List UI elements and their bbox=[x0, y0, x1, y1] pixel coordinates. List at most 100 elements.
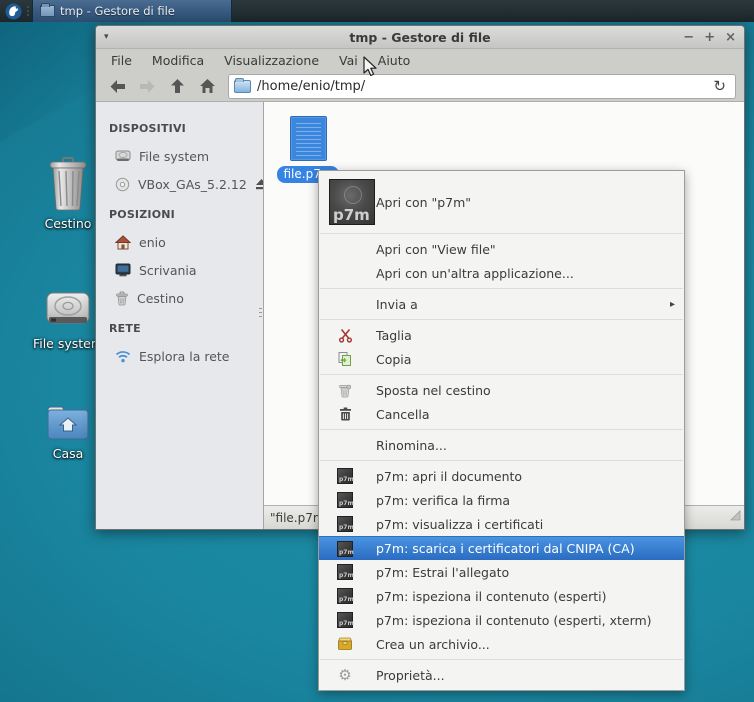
resize-grip-icon[interactable] bbox=[730, 506, 741, 525]
home-button[interactable] bbox=[194, 74, 220, 98]
xubuntu-logo-icon bbox=[5, 3, 22, 20]
p7m-thumbnail-icon: p7m bbox=[329, 179, 375, 225]
desktop-icon-label: Casa bbox=[53, 446, 84, 461]
close-button[interactable]: × bbox=[725, 31, 736, 44]
desktop-icon-label: Cestino bbox=[45, 216, 92, 231]
sidebar-header-dispositivi: DISPOSITIVI bbox=[109, 122, 263, 135]
menu-item-sposta-nel-cestino[interactable]: Sposta nel cestino bbox=[319, 378, 684, 402]
menu-separator bbox=[320, 319, 683, 320]
statusbar-text: "file.p7m bbox=[270, 511, 325, 525]
reload-button[interactable]: ↻ bbox=[709, 79, 730, 94]
cut-icon bbox=[337, 327, 353, 343]
forward-button[interactable] bbox=[134, 74, 160, 98]
folder-icon bbox=[234, 80, 251, 93]
menu-item-taglia[interactable]: Taglia bbox=[319, 323, 684, 347]
taskbar-window-label: tmp - Gestore di file bbox=[60, 4, 175, 18]
mouse-cursor bbox=[363, 56, 379, 82]
menu-item-proprieta[interactable]: ⚙ Proprietà... bbox=[319, 663, 684, 687]
sidebar-item-esplora-la-rete[interactable]: Esplora la rete bbox=[109, 342, 263, 370]
menu-vai[interactable]: Vai bbox=[330, 51, 367, 70]
hard-drive-icon bbox=[115, 149, 131, 163]
eject-icon bbox=[255, 178, 264, 190]
menu-separator bbox=[320, 429, 683, 430]
archive-icon bbox=[337, 636, 353, 652]
p7m-icon: p7m bbox=[337, 612, 353, 628]
sidebar-item-label: VBox_GAs_5.2.12 bbox=[138, 177, 247, 192]
menu-item-cancella[interactable]: Cancella bbox=[319, 402, 684, 426]
pane-resize-handle[interactable] bbox=[258, 308, 262, 328]
menu-item-copia[interactable]: Copia bbox=[319, 347, 684, 371]
sidebar-item-file-system[interactable]: File system bbox=[109, 142, 263, 170]
p7m-icon: p7m bbox=[337, 468, 353, 484]
trash-icon bbox=[337, 382, 353, 398]
eject-button[interactable] bbox=[255, 178, 264, 190]
sidebar-item-label: enio bbox=[139, 235, 166, 250]
panel-grip[interactable] bbox=[27, 0, 31, 22]
menu-item-p7m-visualizza-certificati[interactable]: p7m p7m: visualizza i certificati bbox=[319, 512, 684, 536]
menu-separator bbox=[320, 460, 683, 461]
p7m-icon: p7m bbox=[337, 588, 353, 604]
gear-icon: ⚙ bbox=[337, 667, 353, 683]
sidebar-item-cestino[interactable]: Cestino bbox=[109, 284, 263, 312]
sidebar-item-label: File system bbox=[139, 149, 209, 164]
menu-item-p7m-verifica-firma[interactable]: p7m p7m: verifica la firma bbox=[319, 488, 684, 512]
desktop-icon bbox=[115, 263, 131, 277]
menu-item-apri-con-view-file[interactable]: Apri con "View file" bbox=[319, 237, 684, 261]
menu-item-rinomina[interactable]: Rinomina... bbox=[319, 433, 684, 457]
home-folder-icon bbox=[46, 402, 90, 442]
taskbar-window-button[interactable]: tmp - Gestore di file bbox=[32, 0, 232, 22]
trash-can-icon bbox=[46, 156, 90, 212]
folder-icon bbox=[40, 5, 55, 17]
menu-modifica[interactable]: Modifica bbox=[143, 51, 213, 70]
up-arrow-icon bbox=[170, 78, 185, 94]
maximize-button[interactable]: + bbox=[704, 31, 715, 44]
document-icon bbox=[290, 116, 327, 161]
taskbar: tmp - Gestore di file bbox=[0, 0, 754, 22]
menu-separator bbox=[320, 659, 683, 660]
context-menu: p7m Apri con "p7m" Apri con "View file" … bbox=[318, 170, 685, 691]
menu-item-invia-a[interactable]: Invia a ▸ bbox=[319, 292, 684, 316]
menu-item-p7m-ispeziona-esperti[interactable]: p7m p7m: ispeziona il contenuto (esperti… bbox=[319, 584, 684, 608]
sidebar: DISPOSITIVI File system VBox_GAs_5.2.12 bbox=[96, 102, 264, 529]
titlebar[interactable]: ▾ tmp - Gestore di file − + × bbox=[96, 26, 744, 49]
minimize-button[interactable]: − bbox=[683, 31, 694, 44]
home-icon bbox=[115, 235, 131, 250]
p7m-icon: p7m bbox=[337, 492, 353, 508]
menu-item-apri-con-altra-applicazione[interactable]: Apri con un'altra applicazione... bbox=[319, 261, 684, 285]
sidebar-header-posizioni: POSIZIONI bbox=[109, 208, 263, 221]
menu-separator bbox=[320, 233, 683, 234]
menubar: File Modifica Visualizzazione Vai Aiuto bbox=[96, 49, 744, 71]
menu-item-apri-con-p7m[interactable]: p7m Apri con "p7m" bbox=[319, 174, 684, 230]
menu-separator bbox=[320, 374, 683, 375]
sidebar-item-label: Cestino bbox=[137, 291, 184, 306]
menu-file[interactable]: File bbox=[102, 51, 141, 70]
sidebar-header-rete: RETE bbox=[109, 322, 263, 335]
path-entry[interactable]: /home/enio/tmp/ ↻ bbox=[228, 74, 736, 99]
delete-icon bbox=[337, 406, 353, 422]
p7m-icon: p7m bbox=[337, 516, 353, 532]
menu-item-p7m-scarica-certificatori[interactable]: p7m p7m: scarica i certificatori dal CNI… bbox=[319, 536, 684, 560]
toolbar: /home/enio/tmp/ ↻ bbox=[96, 71, 744, 102]
desktop-icon-label: File system bbox=[33, 336, 103, 351]
hard-drive-icon bbox=[45, 286, 91, 332]
menu-item-crea-archivio[interactable]: Crea un archivio... bbox=[319, 632, 684, 656]
applications-menu-button[interactable] bbox=[0, 0, 27, 22]
menu-item-p7m-estrai-allegato[interactable]: p7m p7m: Estrai l'allegato bbox=[319, 560, 684, 584]
up-button[interactable] bbox=[164, 74, 190, 98]
path-text[interactable]: /home/enio/tmp/ bbox=[257, 79, 709, 94]
menu-visualizzazione[interactable]: Visualizzazione bbox=[215, 51, 328, 70]
menu-item-p7m-apri-documento[interactable]: p7m p7m: apri il documento bbox=[319, 464, 684, 488]
home-icon bbox=[199, 78, 216, 94]
sidebar-item-label: Esplora la rete bbox=[139, 349, 230, 364]
optical-disc-icon bbox=[115, 177, 130, 192]
forward-arrow-icon bbox=[139, 79, 156, 94]
copy-icon bbox=[337, 351, 353, 367]
menu-item-p7m-ispeziona-esperti-xterm[interactable]: p7m p7m: ispeziona il contenuto (esperti… bbox=[319, 608, 684, 632]
sidebar-item-enio[interactable]: enio bbox=[109, 228, 263, 256]
p7m-icon: p7m bbox=[337, 564, 353, 580]
sidebar-item-vbox[interactable]: VBox_GAs_5.2.12 bbox=[109, 170, 263, 198]
submenu-arrow-icon: ▸ bbox=[670, 299, 675, 310]
trash-icon bbox=[115, 291, 129, 306]
sidebar-item-scrivania[interactable]: Scrivania bbox=[109, 256, 263, 284]
back-button[interactable] bbox=[104, 74, 130, 98]
